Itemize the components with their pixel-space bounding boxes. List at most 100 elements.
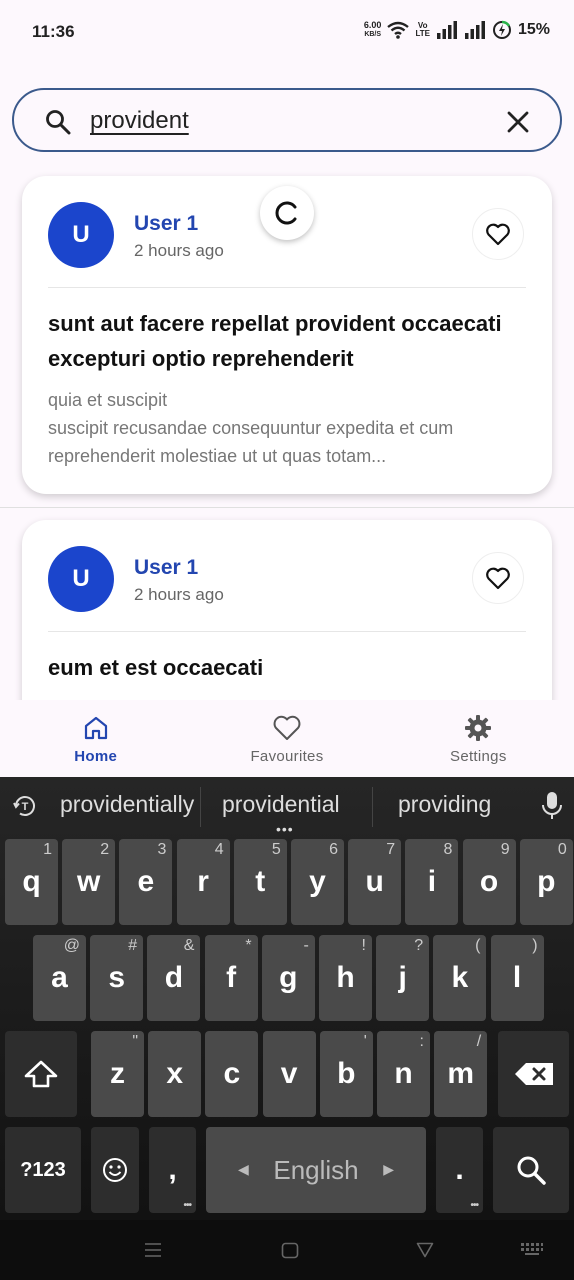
post-time: 2 hours ago bbox=[134, 585, 224, 604]
status-time: 11:36 bbox=[32, 22, 75, 41]
key-k[interactable]: k( bbox=[433, 935, 487, 1021]
backspace-icon bbox=[514, 1063, 553, 1085]
key-t[interactable]: t5 bbox=[233, 839, 287, 925]
system-navigation-bar bbox=[0, 1220, 574, 1280]
key-i-hint: 8 bbox=[443, 841, 453, 858]
key-z[interactable]: z " bbox=[91, 1031, 144, 1117]
key-w[interactable]: w2 bbox=[62, 839, 116, 925]
microphone-icon[interactable] bbox=[540, 791, 564, 821]
period-key[interactable]: . ••• bbox=[436, 1127, 483, 1213]
key-b-hint: ' bbox=[363, 1033, 367, 1050]
key-m[interactable]: m / bbox=[434, 1031, 488, 1117]
on-screen-keyboard: T providentially providential ••• provid… bbox=[0, 777, 574, 1220]
shift-key[interactable] bbox=[5, 1031, 77, 1117]
period-key-label: . bbox=[455, 1153, 464, 1186]
key-j[interactable]: j? bbox=[376, 935, 430, 1021]
key-f[interactable]: f * bbox=[204, 935, 258, 1021]
post-body: quia et suscipit suscipit recusandae con… bbox=[48, 390, 454, 466]
key-i[interactable]: i8 bbox=[405, 839, 459, 925]
symbols-key[interactable]: ?123 bbox=[5, 1127, 81, 1213]
key-i-label: i bbox=[427, 865, 437, 898]
more-keys-icon: ••• bbox=[470, 1200, 478, 1211]
key-g[interactable]: g- bbox=[261, 935, 315, 1021]
key-y[interactable]: y6 bbox=[291, 839, 344, 925]
key-s[interactable]: s # bbox=[90, 935, 144, 1021]
favourite-button[interactable] bbox=[472, 552, 524, 604]
key-d-label: d bbox=[164, 961, 184, 994]
key-o-label: o bbox=[479, 865, 499, 898]
network-speed: 6.00 KB/S bbox=[364, 21, 382, 39]
nav-favourites-label: Favourites bbox=[250, 748, 324, 765]
key-s-hint: # bbox=[128, 937, 138, 954]
search-bar[interactable]: provident bbox=[12, 88, 562, 152]
home-button-icon[interactable] bbox=[281, 1242, 299, 1259]
volte-indicator: Vo LTE bbox=[415, 22, 430, 38]
key-e-hint: 3 bbox=[157, 841, 167, 858]
suggestion-3[interactable]: providing bbox=[398, 791, 491, 818]
nav-settings[interactable]: Settings bbox=[383, 700, 574, 777]
key-a-label: a bbox=[51, 961, 68, 994]
key-c[interactable]: c bbox=[205, 1031, 259, 1117]
signal-icon bbox=[436, 21, 457, 39]
chevron-left-icon: ◀ bbox=[238, 1161, 249, 1177]
network-speed-unit: KB/S bbox=[364, 31, 382, 38]
favourite-button[interactable] bbox=[472, 208, 524, 260]
keyboard-tools-icon[interactable]: T bbox=[12, 793, 38, 819]
search-input[interactable]: provident bbox=[90, 107, 189, 135]
key-j-hint: ? bbox=[414, 937, 424, 954]
search-key[interactable] bbox=[493, 1127, 569, 1213]
key-b[interactable]: b ' bbox=[319, 1031, 373, 1117]
key-f-label: f bbox=[226, 961, 237, 994]
heart-icon bbox=[273, 715, 301, 740]
key-r-hint: 4 bbox=[214, 841, 224, 858]
more-suggestions-icon[interactable]: ••• bbox=[276, 821, 294, 837]
key-b-label: b bbox=[337, 1057, 356, 1090]
key-r[interactable]: r4 bbox=[176, 839, 230, 925]
key-n[interactable]: n: bbox=[377, 1031, 430, 1117]
backspace-key[interactable] bbox=[498, 1031, 569, 1117]
more-keys-icon: ••• bbox=[183, 1200, 191, 1211]
heart-icon bbox=[486, 223, 510, 246]
key-p[interactable]: p0 bbox=[519, 839, 573, 925]
key-f-hint: * bbox=[245, 937, 252, 954]
symbols-key-label: ?123 bbox=[20, 1158, 66, 1181]
key-q-hint: 1 bbox=[43, 841, 52, 858]
key-q-label: q bbox=[22, 865, 41, 898]
post-user-name: User 1 bbox=[134, 556, 199, 579]
key-w-hint: 2 bbox=[100, 841, 110, 858]
suggestion-2[interactable]: providential bbox=[222, 791, 340, 818]
key-v-label: v bbox=[280, 1057, 298, 1090]
gear-icon bbox=[465, 715, 492, 741]
recent-apps-icon[interactable] bbox=[144, 1242, 162, 1258]
nav-favourites[interactable]: Favourites bbox=[191, 700, 382, 777]
key-z-hint: " bbox=[132, 1033, 138, 1050]
key-u[interactable]: u7 bbox=[348, 839, 402, 925]
home-icon bbox=[84, 716, 107, 740]
key-k-label: k bbox=[451, 961, 469, 994]
close-icon[interactable] bbox=[504, 108, 532, 136]
suggestion-1[interactable]: providentially bbox=[60, 791, 194, 818]
suggestion-strip: T providentially providential ••• provid… bbox=[0, 777, 574, 837]
key-k-hint: ( bbox=[475, 937, 481, 954]
signal-icon-2 bbox=[464, 21, 485, 39]
key-u-hint: 7 bbox=[386, 841, 396, 858]
key-h[interactable]: h! bbox=[319, 935, 372, 1021]
key-d[interactable]: d & bbox=[147, 935, 201, 1021]
emoji-key[interactable] bbox=[91, 1127, 139, 1213]
key-x[interactable]: x bbox=[148, 1031, 202, 1117]
keyboard-switch-icon[interactable] bbox=[520, 1242, 544, 1256]
key-q[interactable]: q1 bbox=[5, 839, 58, 925]
key-j-label: j bbox=[398, 961, 407, 994]
key-m-label: m bbox=[447, 1057, 475, 1090]
nav-home[interactable]: Home bbox=[0, 700, 191, 777]
key-l[interactable]: l) bbox=[490, 935, 544, 1021]
key-a[interactable]: a @ bbox=[33, 935, 86, 1021]
key-n-label: n bbox=[394, 1057, 413, 1090]
key-e[interactable]: e3 bbox=[119, 839, 173, 925]
key-o-hint: 9 bbox=[500, 841, 510, 858]
key-v[interactable]: v bbox=[262, 1031, 316, 1117]
back-icon[interactable] bbox=[416, 1242, 434, 1258]
space-key[interactable]: English ◀ ▶ bbox=[206, 1127, 426, 1213]
comma-key[interactable]: , ••• bbox=[149, 1127, 196, 1213]
key-o[interactable]: o9 bbox=[462, 839, 516, 925]
